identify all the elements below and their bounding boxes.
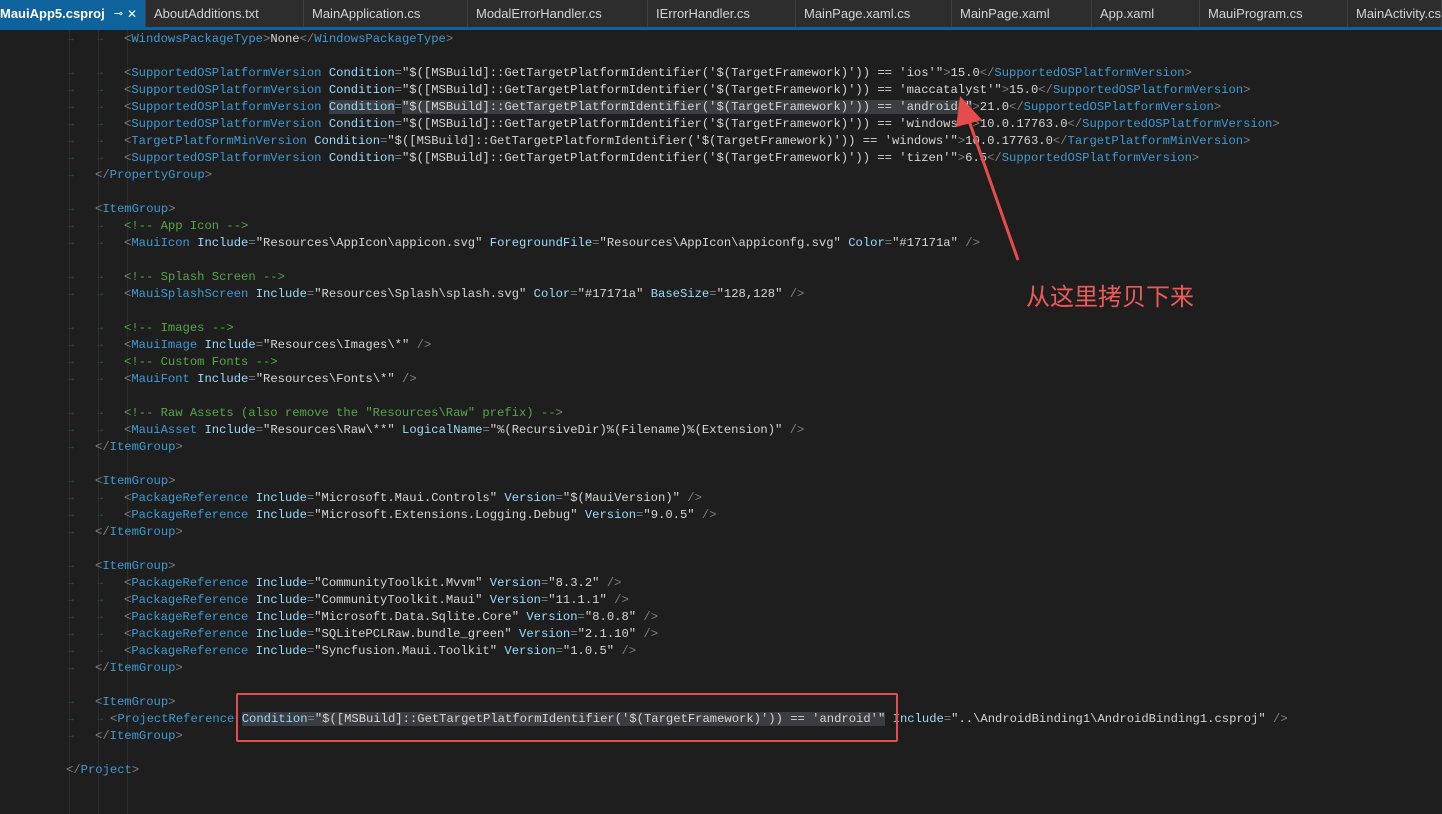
tab-label: AboutAdditions.txt xyxy=(154,6,259,21)
tab-mauiapp5-csproj[interactable]: MauiApp5.csproj ⊸ ✕ xyxy=(0,0,146,27)
tab-ierrorhandler-cs[interactable]: IErrorHandler.cs xyxy=(648,0,796,27)
tab-label: MainPage.xaml xyxy=(960,6,1050,21)
annotation-note: 从这里拷贝下来 xyxy=(1026,283,1194,311)
tab-label: MauiProgram.cs xyxy=(1208,6,1303,21)
tab-label: MainPage.xaml.cs xyxy=(804,6,911,21)
tab-label: MainApplication.cs xyxy=(312,6,421,21)
red-arrow-icon xyxy=(956,96,1020,261)
tab-label: App.xaml xyxy=(1100,6,1155,21)
tab-mainpage-xaml[interactable]: MainPage.xaml xyxy=(952,0,1092,27)
tab-aboutadditions-txt[interactable]: AboutAdditions.txt xyxy=(146,0,304,27)
tab-mainactivity-cs[interactable]: MainActivity.cs xyxy=(1348,0,1442,27)
tab-mainpage-xaml-cs[interactable]: MainPage.xaml.cs xyxy=(796,0,952,27)
document-tab-bar: MauiApp5.csproj ⊸ ✕ AboutAdditions.txt MainA… xyxy=(0,0,1442,30)
tab-label: MainActivity.cs xyxy=(1356,6,1441,21)
tab-app-xaml[interactable]: App.xaml xyxy=(1092,0,1200,27)
tab-mainapplication-cs[interactable]: MainApplication.cs xyxy=(304,0,468,27)
tab-label: IErrorHandler.cs xyxy=(656,6,750,21)
tab-mauiprogram-cs[interactable]: MauiProgram.cs xyxy=(1200,0,1348,27)
tab-label: ModalErrorHandler.cs xyxy=(476,6,602,21)
close-icon[interactable]: ✕ xyxy=(127,0,137,27)
tab-label: MauiApp5.csproj xyxy=(0,6,105,21)
tab-modalerrorhandler-cs[interactable]: ModalErrorHandler.cs xyxy=(468,0,648,27)
code-editor[interactable]: → → <WindowsPackageType>None</WindowsPacka… xyxy=(0,30,1442,814)
pin-icon[interactable]: ⊸ xyxy=(114,0,123,27)
